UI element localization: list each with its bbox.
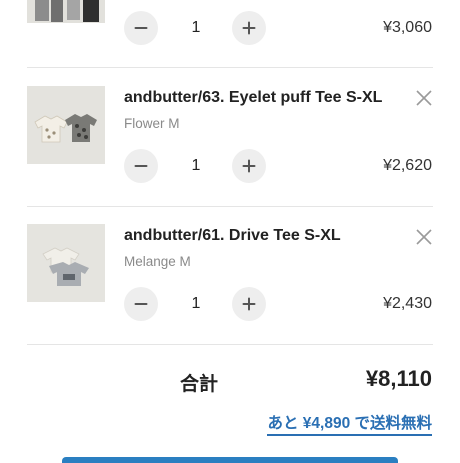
- remove-item-button[interactable]: [413, 226, 435, 248]
- quantity-value: 1: [191, 295, 201, 312]
- plus-icon: [242, 21, 256, 35]
- quantity-value: 1: [191, 157, 201, 174]
- product-image[interactable]: [27, 224, 105, 302]
- checkout-button[interactable]: [62, 457, 398, 463]
- total-label: 合計: [180, 374, 219, 395]
- cart-panel: 1 ¥3,060 andbutter/63. Eyelet puff Tee S…: [0, 0, 460, 463]
- increase-quantity-button[interactable]: [232, 149, 266, 183]
- divider: [27, 344, 433, 345]
- plus-icon: [242, 297, 256, 311]
- quantity-value: 1: [191, 19, 201, 36]
- item-name[interactable]: andbutter/61. Drive Tee S-XL: [124, 227, 341, 245]
- item-price: ¥2,620: [383, 157, 432, 174]
- plus-icon: [242, 159, 256, 173]
- close-icon: [416, 229, 432, 245]
- item-price: ¥3,060: [383, 19, 432, 36]
- total-value: ¥8,110: [365, 366, 432, 391]
- close-icon: [416, 90, 432, 106]
- decrease-quantity-button[interactable]: [124, 149, 158, 183]
- increase-quantity-button[interactable]: [232, 11, 266, 45]
- product-image[interactable]: [27, 0, 105, 23]
- decrease-quantity-button[interactable]: [124, 287, 158, 321]
- minus-icon: [134, 27, 148, 29]
- free-shipping-link[interactable]: あと ¥4,890 で送料無料: [267, 411, 432, 436]
- product-image[interactable]: [27, 86, 105, 164]
- item-variant: Melange M: [124, 254, 191, 269]
- divider: [27, 67, 433, 68]
- item-price: ¥2,430: [383, 295, 432, 312]
- decrease-quantity-button[interactable]: [124, 11, 158, 45]
- minus-icon: [134, 165, 148, 167]
- divider: [27, 206, 433, 207]
- remove-item-button[interactable]: [413, 87, 435, 109]
- item-name[interactable]: andbutter/63. Eyelet puff Tee S-XL: [124, 89, 382, 107]
- minus-icon: [134, 303, 148, 305]
- item-variant: Flower M: [124, 116, 180, 131]
- increase-quantity-button[interactable]: [232, 287, 266, 321]
